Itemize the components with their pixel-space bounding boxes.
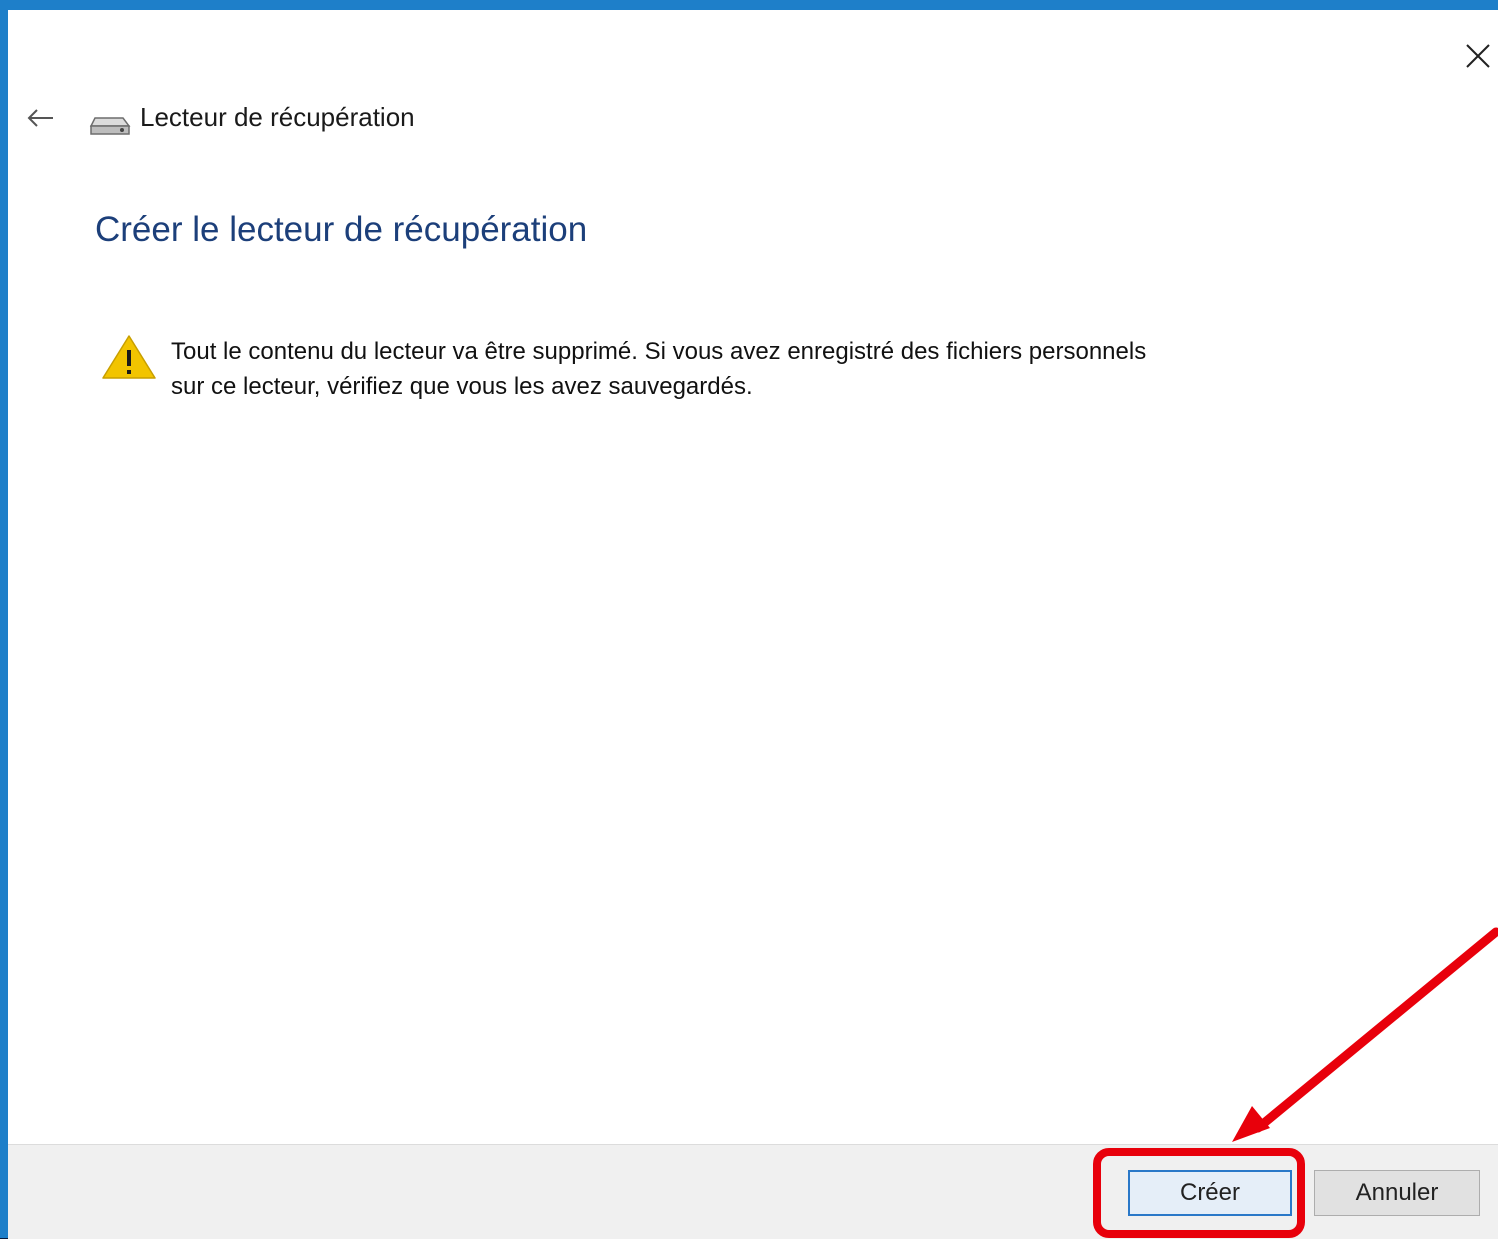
page-title: Créer le lecteur de récupération [95,210,588,249]
warning-line-1: Tout le contenu du lecteur va être suppr… [171,338,1147,365]
back-button[interactable] [22,103,58,133]
back-arrow-icon [27,109,53,127]
drive-icon [89,117,131,135]
close-icon [1466,44,1490,68]
cancel-button[interactable]: Annuler [1314,1170,1480,1216]
warning-message: Tout le contenu du lecteur va être suppr… [171,334,1331,404]
warning-icon [102,335,156,379]
recovery-drive-dialog [0,0,1498,1238]
annotation-highlight-box [1093,1148,1305,1238]
window-header-label: Lecteur de récupération [140,102,415,132]
close-button[interactable] [1456,34,1498,78]
warning-line-2: sur ce lecteur, vérifiez que vous les av… [171,373,753,400]
